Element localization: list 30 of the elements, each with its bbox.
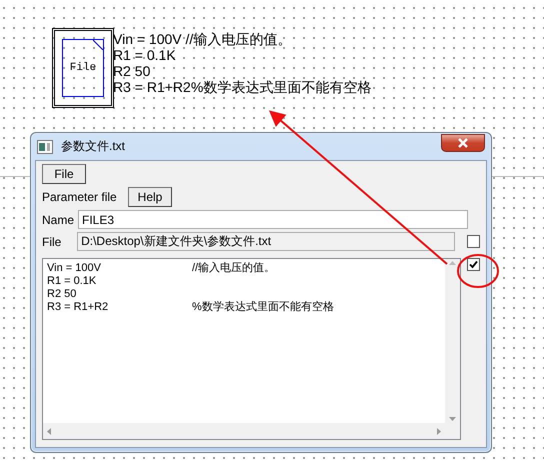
horizontal-scrollbar[interactable]	[43, 423, 446, 439]
vertical-scrollbar[interactable]	[445, 259, 460, 423]
scroll-up-icon[interactable]	[449, 261, 456, 265]
highlight-ring	[457, 254, 499, 288]
close-button[interactable]	[441, 134, 485, 152]
canvas-text: R1 = 0.1K	[113, 47, 177, 63]
file-label: File	[42, 234, 62, 248]
close-icon[interactable]	[457, 138, 469, 148]
name-label: Name	[42, 212, 72, 226]
comment-text: //输入电压的值。	[192, 262, 276, 275]
code-text: R1 = 0.1K	[47, 275, 98, 288]
scroll-right-icon[interactable]	[437, 428, 442, 434]
canvas-text: Vin = 100V //输入电压的值。	[113, 31, 292, 47]
file-button[interactable]: File	[42, 164, 86, 184]
file-symbol: File	[62, 39, 104, 97]
scroll-left-icon[interactable]	[47, 428, 51, 434]
code-text: R3 = R1+R2	[47, 301, 110, 314]
code-text: R2 50	[47, 288, 78, 301]
app-icon	[37, 140, 53, 154]
comment-text: %数学表达式里面不能有空格	[192, 301, 334, 314]
canvas-text: R3 = R1+R2%数学表达式里面不能有空格	[113, 79, 372, 95]
text-editor[interactable]: Vin = 100V //输入电压的值。 R1 = 0.1K R2 50 R3 = R1+R2 %数学表达式里面不能有空格	[42, 258, 462, 440]
code-text: Vin = 100V	[47, 262, 102, 275]
window-title: 参数文件.txt	[61, 138, 126, 155]
parameter-label: Parameter file	[42, 190, 118, 204]
help-button[interactable]: Help	[128, 187, 172, 207]
name-field[interactable]: FILE3	[78, 210, 468, 229]
checkbox[interactable]	[467, 258, 480, 271]
canvas-text: R2 50	[113, 63, 152, 79]
scroll-down-icon[interactable]	[449, 417, 456, 421]
